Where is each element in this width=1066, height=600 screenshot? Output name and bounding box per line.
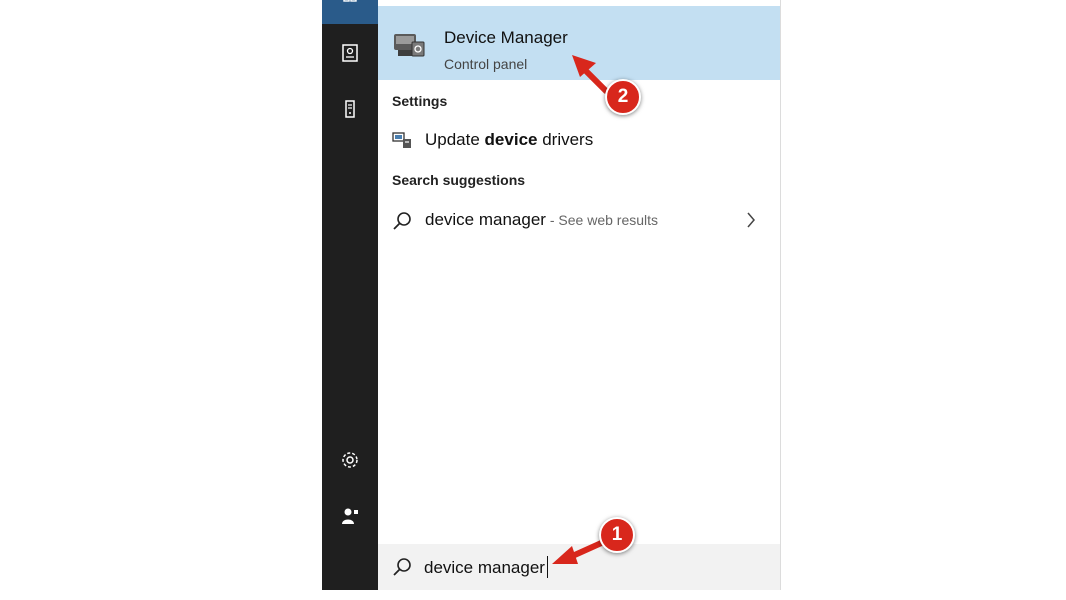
device-manager-icon [392, 28, 428, 60]
suggestion-item-label: device manager - See web results [425, 210, 659, 229]
settings-item-update-device-drivers[interactable]: Update device drivers [378, 122, 780, 158]
tower-icon[interactable] [340, 99, 360, 119]
search-suggestions-heading: Search suggestions [392, 172, 526, 188]
start-rail [322, 0, 378, 590]
user-icon[interactable] [340, 506, 360, 526]
annotation-badge-1: 1 [599, 517, 635, 553]
settings-item-label: Update device drivers [425, 130, 594, 149]
best-match-subtitle: Control panel [444, 56, 528, 72]
rail-top-tile[interactable] [322, 0, 378, 24]
document-icon[interactable] [340, 43, 360, 63]
settings-heading: Settings [392, 93, 448, 109]
gear-icon[interactable] [340, 450, 360, 470]
tiles-icon [340, 0, 360, 8]
search-box-icon [392, 557, 412, 577]
annotation-badge-2: 2 [605, 79, 641, 115]
search-icon [392, 211, 412, 230]
chevron-right-icon[interactable] [746, 212, 756, 228]
suggestion-item-device-manager[interactable]: device manager - See web results [378, 202, 780, 238]
device-drivers-icon [392, 131, 412, 149]
